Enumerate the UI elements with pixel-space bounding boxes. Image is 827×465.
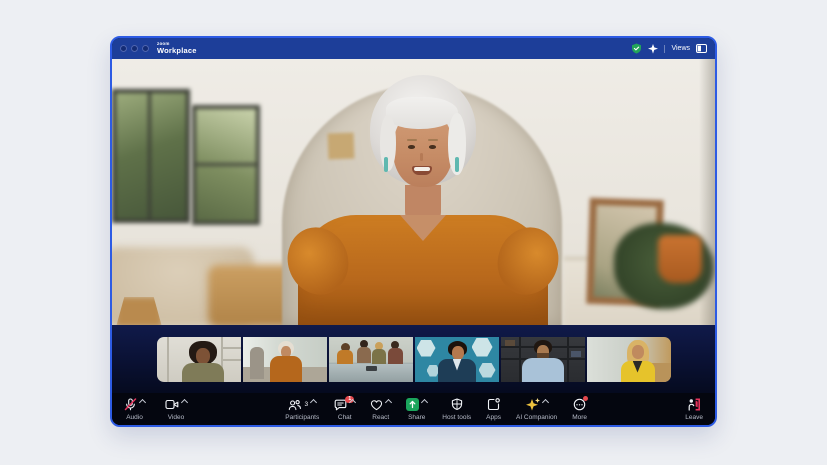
titlebar-divider [664, 45, 665, 53]
titlebar: zoom Workplace Views [112, 38, 715, 59]
leave-door-icon [687, 398, 701, 411]
video-button[interactable]: Video [165, 398, 187, 421]
video-label: Video [168, 414, 185, 421]
chat-chevron-icon[interactable] [349, 399, 356, 406]
speaker-earring-right [455, 157, 459, 172]
video-chevron-icon[interactable] [181, 399, 188, 406]
room-window-right [192, 105, 260, 225]
participant-video-thumbnail-6[interactable] [587, 337, 671, 382]
participant-video-thumbnail-1[interactable] [157, 337, 241, 382]
views-grid-icon[interactable] [696, 44, 707, 53]
participants-chevron-icon[interactable] [310, 399, 317, 406]
ai-sparkle-icon[interactable] [648, 44, 658, 54]
chat-label: Chat [338, 414, 352, 421]
window-control-button-1[interactable] [120, 45, 127, 52]
speaker-smile [412, 166, 432, 175]
audio-label: Audio [126, 414, 143, 421]
audio-chevron-icon[interactable] [139, 399, 146, 406]
window-control-button-2[interactable] [131, 45, 138, 52]
arch-picture-frame [328, 133, 355, 160]
ai-companion-chevron-icon[interactable] [542, 399, 549, 406]
room-window-left [112, 89, 190, 223]
zoom-workplace-logo: zoom Workplace [157, 42, 197, 55]
chat-icon: 1 [334, 399, 347, 411]
share-screen-icon [406, 398, 419, 411]
participant-video-thumbnail-3[interactable] [329, 337, 413, 382]
participant-video-thumbnail-4[interactable] [415, 337, 499, 382]
chat-button[interactable]: 1 Chat [334, 398, 355, 421]
share-button[interactable]: Share [406, 398, 427, 421]
participants-label: Participants [285, 414, 319, 421]
more-badge-dot [583, 396, 588, 401]
apps-button[interactable]: Apps [486, 398, 501, 421]
participant-video-thumbnail-5[interactable] [501, 337, 585, 382]
host-tools-label: Host tools [442, 414, 471, 421]
plant-pot [658, 235, 702, 283]
window-control-button-3[interactable] [142, 45, 149, 52]
apps-label: Apps [486, 414, 501, 421]
encryption-shield-icon[interactable] [631, 43, 642, 54]
ai-companion-sparkle-icon [526, 398, 540, 411]
zoom-meeting-window: zoom Workplace Views [110, 36, 717, 427]
leave-label: Leave [685, 414, 703, 421]
speaker-earring-left [384, 157, 388, 172]
ai-companion-label: AI Companion [516, 414, 557, 421]
participants-icon [288, 399, 301, 411]
wall-shadow [699, 59, 715, 325]
speaker-eye-left [408, 145, 415, 149]
camera-icon [165, 399, 179, 410]
more-label: More [572, 414, 587, 421]
react-label: React [372, 414, 389, 421]
speaker-eyebrow-right [428, 139, 438, 141]
host-tools-shield-icon [451, 398, 463, 411]
window-controls [120, 45, 149, 52]
react-chevron-icon[interactable] [385, 399, 392, 406]
ai-companion-button[interactable]: AI Companion [516, 398, 557, 421]
share-label: Share [408, 414, 425, 421]
more-button[interactable]: More [572, 398, 587, 421]
participants-button[interactable]: 3 Participants [285, 398, 319, 421]
mic-muted-icon [124, 398, 137, 411]
participant-filmstrip [112, 325, 715, 393]
views-button-label[interactable]: Views [671, 45, 690, 52]
react-button[interactable]: React [370, 398, 391, 421]
share-chevron-icon[interactable] [421, 399, 428, 406]
participants-count: 3 [304, 401, 308, 408]
main-speaker-video[interactable] [112, 59, 715, 325]
meeting-toolbar: Audio Video 3 [112, 393, 715, 425]
more-icon [573, 398, 586, 411]
participant-video-thumbnail-2[interactable] [243, 337, 327, 382]
workplace-logo-text: Workplace [157, 47, 197, 55]
leave-button[interactable]: Leave [685, 398, 703, 421]
speaker-nose [420, 153, 423, 161]
speaker-eye-right [429, 145, 436, 149]
audio-button[interactable]: Audio [124, 398, 145, 421]
heart-icon [370, 399, 383, 411]
speaker-eyebrow-left [407, 139, 417, 141]
host-tools-button[interactable]: Host tools [442, 398, 471, 421]
apps-icon [487, 398, 500, 411]
speaker-hair-side-left [380, 115, 396, 171]
